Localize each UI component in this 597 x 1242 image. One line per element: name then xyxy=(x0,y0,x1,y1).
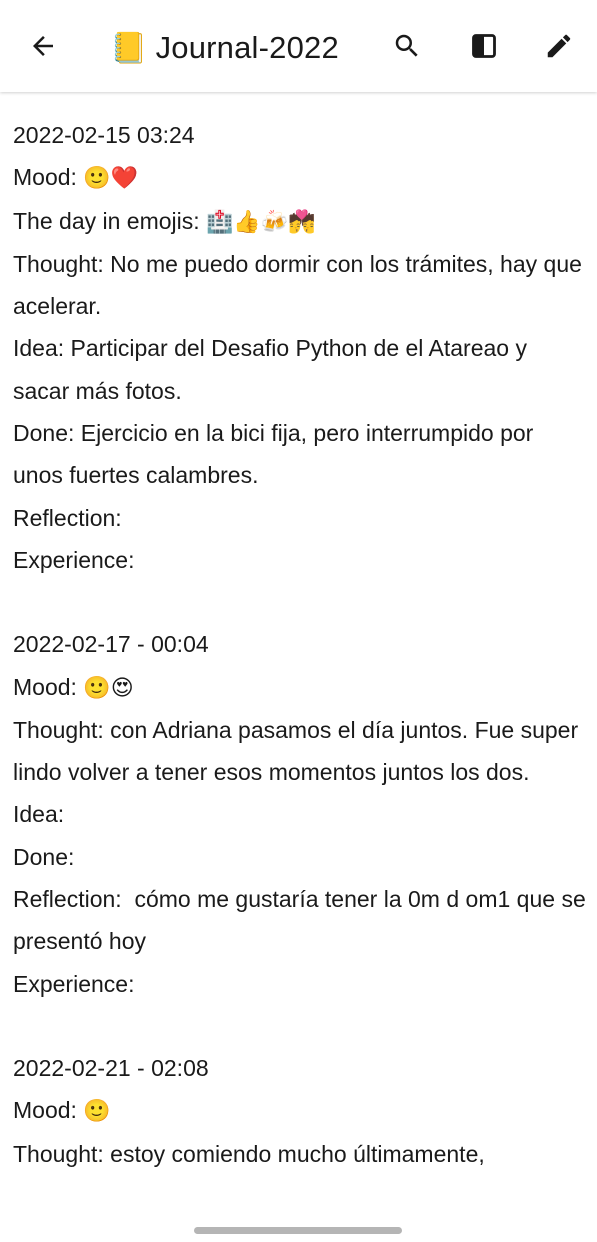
experience-line: Experience: xyxy=(13,546,135,573)
thought-line: Thought: con Adriana pasamos el día junt… xyxy=(13,716,579,786)
side-panel-icon[interactable] xyxy=(462,24,506,68)
journal-entry: 2022-02-17 - 00:04 Mood: 🙂😍 Thought: con… xyxy=(13,623,588,1005)
done-line: Done: Ejercicio en la bici fija, pero in… xyxy=(13,420,534,489)
note-body[interactable]: 2022-02-15 03:24 Mood: 🙂❤️ The day in em… xyxy=(13,114,588,1175)
entry-date: 2022-02-15 03:24 xyxy=(13,122,195,148)
app-bar: 📒 Journal-2022 xyxy=(0,0,597,92)
idea-line: Idea: xyxy=(13,801,65,828)
mood-line: Mood: 🙂😍 xyxy=(13,666,588,709)
thought-line: Thought: estoy comiendo mucho últimament… xyxy=(13,1140,485,1167)
day-emojis-line: The day in emojis: 🏥👍🍻💏 xyxy=(13,200,588,243)
journal-entry: 2022-02-15 03:24 Mood: 🙂❤️ The day in em… xyxy=(13,114,588,581)
home-indicator[interactable] xyxy=(194,1227,402,1234)
mood-line: Mood: 🙂❤️ xyxy=(13,156,588,199)
search-icon[interactable] xyxy=(385,24,429,68)
edit-pencil-icon[interactable] xyxy=(537,24,581,68)
idea-line: Idea: Participar del Desafio Python de e… xyxy=(13,335,527,404)
mood-label: Mood: xyxy=(13,164,77,191)
mood-label: Mood: xyxy=(13,1097,77,1124)
entry-spacer xyxy=(13,581,588,623)
back-arrow-icon[interactable] xyxy=(21,24,65,68)
journal-entry: 2022-02-21 - 02:08 Mood: 🙂 Thought: esto… xyxy=(13,1047,588,1175)
day-emojis-label: The day in emojis: xyxy=(13,207,200,234)
day-emojis: 🏥👍🍻💏 xyxy=(206,208,316,234)
mood-line: Mood: 🙂 xyxy=(13,1089,588,1132)
reflection-line: Reflection: cómo me gustaría tener la 0m… xyxy=(13,886,593,955)
notebook-icon: 📒 xyxy=(110,31,148,65)
entry-date: 2022-02-21 - 02:08 xyxy=(13,1054,209,1081)
note-title: 📒 Journal-2022 xyxy=(110,26,339,70)
experience-line: Experience: xyxy=(13,970,135,997)
note-title-text: Journal-2022 xyxy=(155,30,339,65)
mood-emojis: 🙂❤️ xyxy=(83,165,139,191)
done-line: Done: xyxy=(13,843,75,870)
reflection-line: Reflection: xyxy=(13,504,122,531)
mood-emojis: 🙂 xyxy=(83,1098,111,1124)
mood-emojis: 🙂😍 xyxy=(83,674,134,700)
entry-date: 2022-02-17 - 00:04 xyxy=(13,631,209,658)
thought-line: Thought: No me puedo dormir con los trám… xyxy=(13,250,582,320)
entry-spacer xyxy=(13,1005,588,1047)
mood-label: Mood: xyxy=(13,673,77,700)
